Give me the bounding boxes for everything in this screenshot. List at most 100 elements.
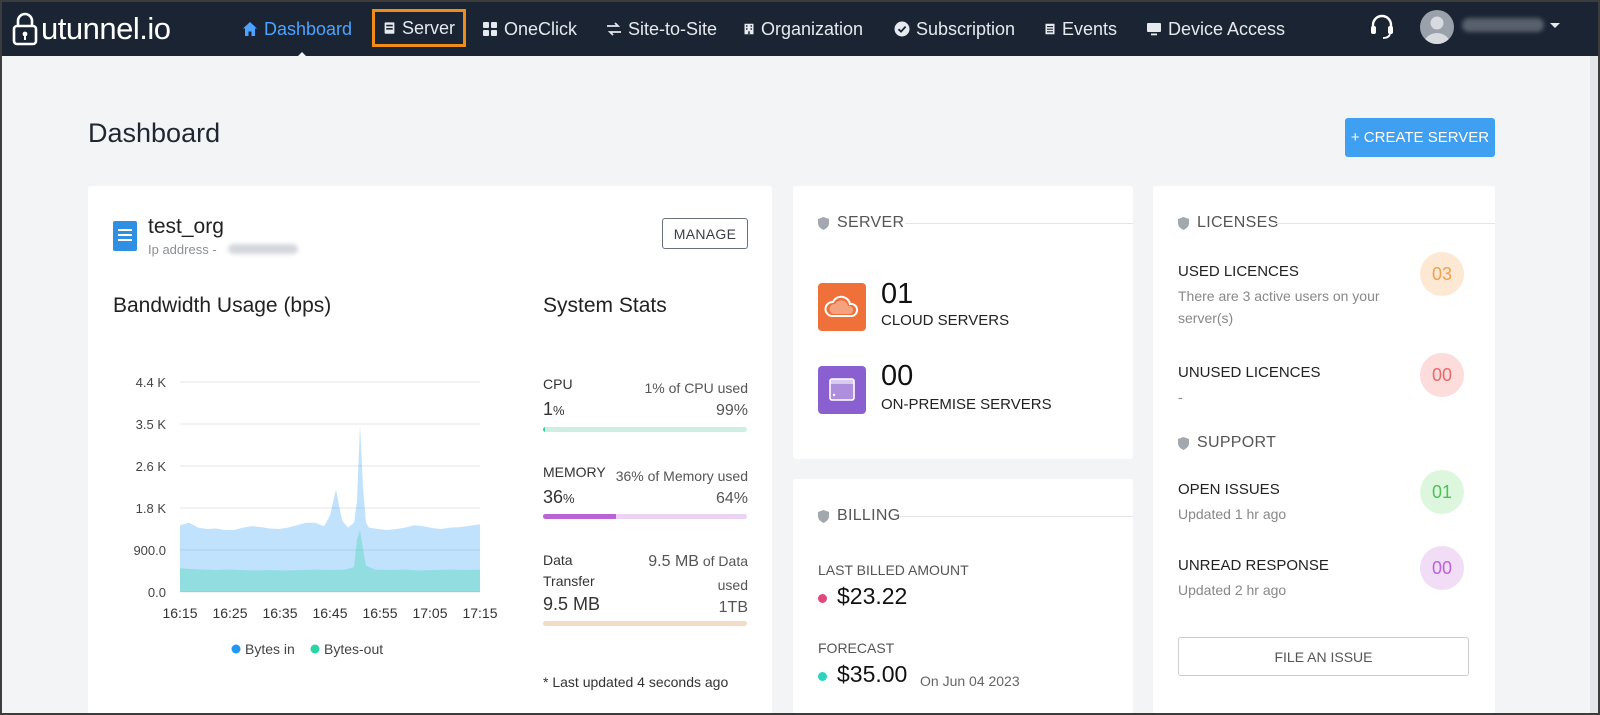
scrollbar[interactable] [1590,56,1598,713]
avatar[interactable] [1420,10,1454,44]
server-card: SERVER 01 CLOUD SERVERS 00 ON-PREMISE SE… [793,186,1133,459]
divider [905,223,1133,224]
status-dot [818,594,827,603]
app-window: utunnel.io Dashboard Server OneClick Sit… [2,2,1598,713]
data-transfer-value: 9.5 MB [543,594,601,614]
y-tick-label: 4.4 K [136,375,167,390]
memory-usage-text: 36% of Memory used 64% [616,466,748,511]
last-billed-label: LAST BILLED AMOUNT [818,562,969,578]
licenses-card: LICENSES USED LICENCES There are 3 activ… [1153,186,1495,713]
legend-label: Bytes-out [324,641,383,657]
cloud-servers-label: CLOUD SERVERS [881,312,1010,329]
status-dot [818,672,827,681]
data-transfer-used-value: 9.5 MB [648,553,699,570]
organization-card: test_org Ip address - MANAGE Bandwidth U… [88,186,772,713]
x-tick-label: 17:05 [412,605,447,621]
last-updated-text: * Last updated 4 seconds ago [543,674,729,690]
arrows-icon [607,22,621,36]
nav-oneclick[interactable]: OneClick [482,12,577,46]
user-avatar-icon [1424,16,1450,44]
on-premise-servers-icon-box [818,366,866,414]
data-transfer-used-text-1: of Data [702,553,748,569]
unused-licences-badge: 00 [1420,353,1464,397]
x-tick-label: 16:55 [362,605,397,621]
unread-response-title: UNREAD RESPONSE [1178,557,1329,574]
unused-licences-title: UNUSED LICENCES [1178,364,1321,381]
shield-icon [1178,436,1189,450]
grid-icon [483,22,497,36]
unread-response-badge[interactable]: 00 [1420,546,1464,590]
cloud-icon [824,295,859,317]
y-tick-label: 2.6 K [136,459,167,474]
open-issues-badge[interactable]: 01 [1420,470,1464,514]
support-heading: SUPPORT [1178,434,1276,452]
nav-server[interactable]: Server [372,9,467,47]
nav-label: Organization [761,18,864,39]
window-icon [829,378,855,401]
cpu-free-value: 99% [715,402,748,419]
data-transfer-usage-text: 9.5 MB of Data used 1TB [648,550,748,621]
y-tick-label: 3.5 K [136,417,167,432]
monitor-icon [1147,23,1161,36]
nav-site-to-site[interactable]: Site-to-Site [606,12,717,46]
nav-label: Server [402,17,456,38]
check-circle-icon [894,21,910,37]
create-server-button[interactable]: + CREATE SERVER [1345,118,1495,157]
headset-icon[interactable] [1369,13,1395,39]
document-icon [113,221,137,251]
forecast-date: On Jun 04 2023 [920,673,1020,689]
file-an-issue-button[interactable]: FILE AN ISSUE [1178,637,1469,676]
on-premise-servers-count: 00 [881,360,914,392]
memory-value-number: 36 [543,487,564,507]
server-heading: SERVER [818,214,904,232]
nav-label: Dashboard [264,18,353,39]
used-licences-desc: There are 3 active users on your server(… [1178,288,1380,327]
billing-card: BILLING LAST BILLED AMOUNT $23.22 FORECA… [793,479,1133,713]
billing-heading: BILLING [818,507,900,525]
legend-label: Bytes in [245,641,295,657]
legend-marker [231,644,241,654]
nav-subscription[interactable]: Subscription [894,12,1015,46]
top-navbar: utunnel.io Dashboard Server OneClick Sit… [2,2,1598,60]
used-licences-title: USED LICENCES [1178,263,1299,280]
licenses-heading-text: LICENSES [1197,214,1279,231]
nav-device-access[interactable]: Device Access [1146,12,1285,46]
home-icon [243,22,257,36]
data-transfer-total: 1TB [718,599,748,617]
memory-value-unit: % [563,491,575,506]
memory-value: 36% [543,487,575,508]
memory-progress-fill [543,514,617,519]
document-icon [1045,23,1055,35]
billing-heading-text: BILLING [837,507,901,524]
lock-logo-icon [12,12,38,46]
open-issues-title: OPEN ISSUES [1178,481,1280,498]
divider [899,516,1133,517]
last-billed-amount: $23.22 [837,583,908,609]
nav-events[interactable]: Events [1044,12,1117,46]
data-transfer-label-line1: Data [543,552,573,568]
forecast-label: FORECAST [818,640,895,656]
x-tick-label: 16:45 [312,605,347,621]
active-nav-indicator [294,52,310,60]
logo[interactable]: utunnel.io [12,10,171,48]
licenses-heading: LICENSES [1178,214,1279,232]
cpu-value-number: 1 [543,399,554,419]
nav-label: OneClick [504,18,578,39]
bandwidth-title: Bandwidth Usage (bps) [113,294,332,317]
memory-progress-bar [543,514,747,519]
y-tick-label: 0.0 [148,585,166,600]
data-transfer-label-line2: Transfer [543,573,595,589]
cpu-used-text: 1% of CPU used [644,380,749,396]
building-icon [744,23,754,35]
username-redacted[interactable] [1462,18,1544,32]
nav-dashboard[interactable]: Dashboard [242,12,352,46]
nav-organization[interactable]: Organization [743,12,863,46]
memory-used-text: 36% of Memory used [615,468,748,484]
logo-text: utunnel.io [41,11,171,46]
cloud-servers-icon-box [818,283,866,331]
support-heading-text: SUPPORT [1197,434,1277,451]
unread-response-desc: Updated 2 hr ago [1178,582,1287,598]
manage-button[interactable]: MANAGE [662,218,748,249]
used-licences-badge: 03 [1420,252,1464,296]
chevron-down-icon[interactable] [1550,23,1560,28]
